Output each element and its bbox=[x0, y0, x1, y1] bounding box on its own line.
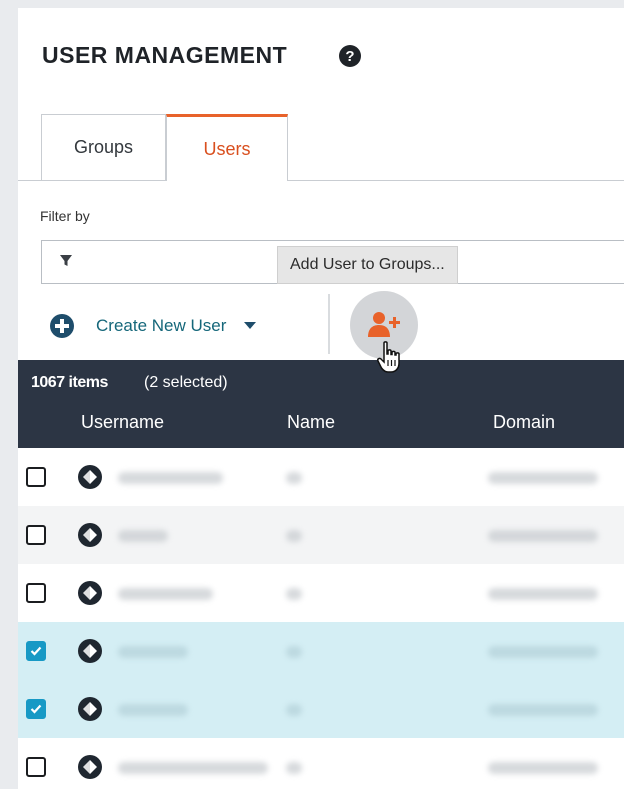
redacted-username bbox=[118, 646, 188, 658]
redacted-username bbox=[118, 530, 168, 542]
table-row[interactable] bbox=[18, 622, 624, 680]
row-checkbox[interactable] bbox=[26, 757, 46, 777]
row-checkbox[interactable] bbox=[26, 583, 46, 603]
selected-count: (2 selected) bbox=[144, 374, 228, 391]
add-user-icon bbox=[368, 312, 400, 337]
column-header-name[interactable]: Name bbox=[287, 412, 335, 433]
redacted-username bbox=[118, 588, 213, 600]
table-header: 1067 items (2 selected) Username Name Do… bbox=[18, 360, 624, 448]
tabs-divider bbox=[18, 180, 624, 181]
svg-text:?: ? bbox=[345, 48, 354, 65]
redacted-domain bbox=[488, 472, 598, 484]
chevron-down-icon[interactable] bbox=[244, 322, 257, 330]
table-row[interactable] bbox=[18, 448, 624, 506]
row-checkbox[interactable] bbox=[26, 699, 46, 719]
checkmark-icon bbox=[30, 646, 42, 656]
tab-groups[interactable]: Groups bbox=[41, 114, 166, 180]
table-row[interactable] bbox=[18, 738, 624, 789]
column-header-domain[interactable]: Domain bbox=[493, 412, 555, 433]
user-status-icon[interactable] bbox=[78, 465, 102, 489]
table-row[interactable] bbox=[18, 506, 624, 564]
toolbar-divider bbox=[328, 294, 330, 354]
column-header-username[interactable]: Username bbox=[81, 412, 164, 433]
redacted-username bbox=[118, 762, 268, 774]
redacted-name bbox=[286, 646, 302, 658]
tab-users[interactable]: Users bbox=[166, 114, 288, 181]
checkmark-icon bbox=[30, 704, 42, 714]
filter-funnel-icon bbox=[60, 255, 72, 266]
filter-label: Filter by bbox=[40, 208, 90, 224]
row-checkbox[interactable] bbox=[26, 525, 46, 545]
create-new-user-label: Create New User bbox=[96, 316, 227, 335]
redacted-name bbox=[286, 472, 302, 484]
redacted-domain bbox=[488, 762, 598, 774]
page-title: USER MANAGEMENT bbox=[42, 42, 288, 68]
table-row[interactable] bbox=[18, 564, 624, 622]
redacted-name bbox=[286, 530, 302, 542]
redacted-domain bbox=[488, 704, 598, 716]
redacted-domain bbox=[488, 646, 598, 658]
user-status-icon[interactable] bbox=[78, 523, 102, 547]
hand-pointer-cursor-icon bbox=[377, 341, 400, 373]
redacted-username bbox=[118, 472, 223, 484]
redacted-domain bbox=[488, 588, 598, 600]
user-status-icon[interactable] bbox=[78, 697, 102, 721]
redacted-username bbox=[118, 704, 188, 716]
plus-circle-icon bbox=[50, 314, 74, 338]
redacted-name bbox=[286, 588, 302, 600]
create-new-user-button[interactable]: Create New User bbox=[50, 310, 257, 342]
user-status-icon[interactable] bbox=[78, 581, 102, 605]
row-checkbox[interactable] bbox=[26, 467, 46, 487]
user-management-panel: USER MANAGEMENT ? Groups Users Filter by… bbox=[18, 8, 624, 789]
row-checkbox[interactable] bbox=[26, 641, 46, 661]
redacted-domain bbox=[488, 530, 598, 542]
help-icon[interactable]: ? bbox=[338, 44, 362, 68]
user-status-icon[interactable] bbox=[78, 639, 102, 663]
user-status-icon[interactable] bbox=[78, 755, 102, 779]
add-to-groups-tooltip: Add User to Groups... bbox=[277, 246, 458, 284]
table-row[interactable] bbox=[18, 680, 624, 738]
item-count: 1067 items bbox=[31, 374, 108, 391]
redacted-name bbox=[286, 762, 302, 774]
redacted-name bbox=[286, 704, 302, 716]
